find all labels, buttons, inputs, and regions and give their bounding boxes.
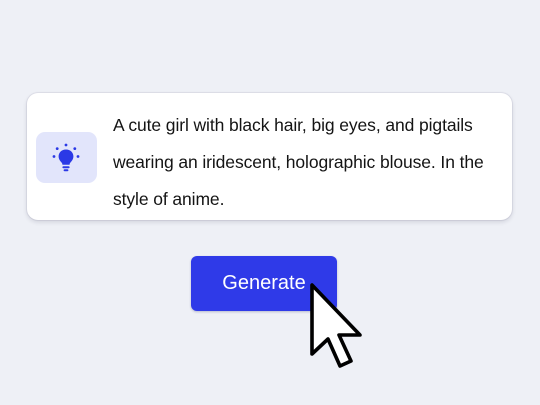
prompt-card: A cute girl with black hair, big eyes, a… xyxy=(27,93,512,220)
mouse-pointer-icon xyxy=(308,282,366,377)
prompt-icon-tile xyxy=(36,132,97,183)
prompt-text: A cute girl with black hair, big eyes, a… xyxy=(113,115,484,209)
